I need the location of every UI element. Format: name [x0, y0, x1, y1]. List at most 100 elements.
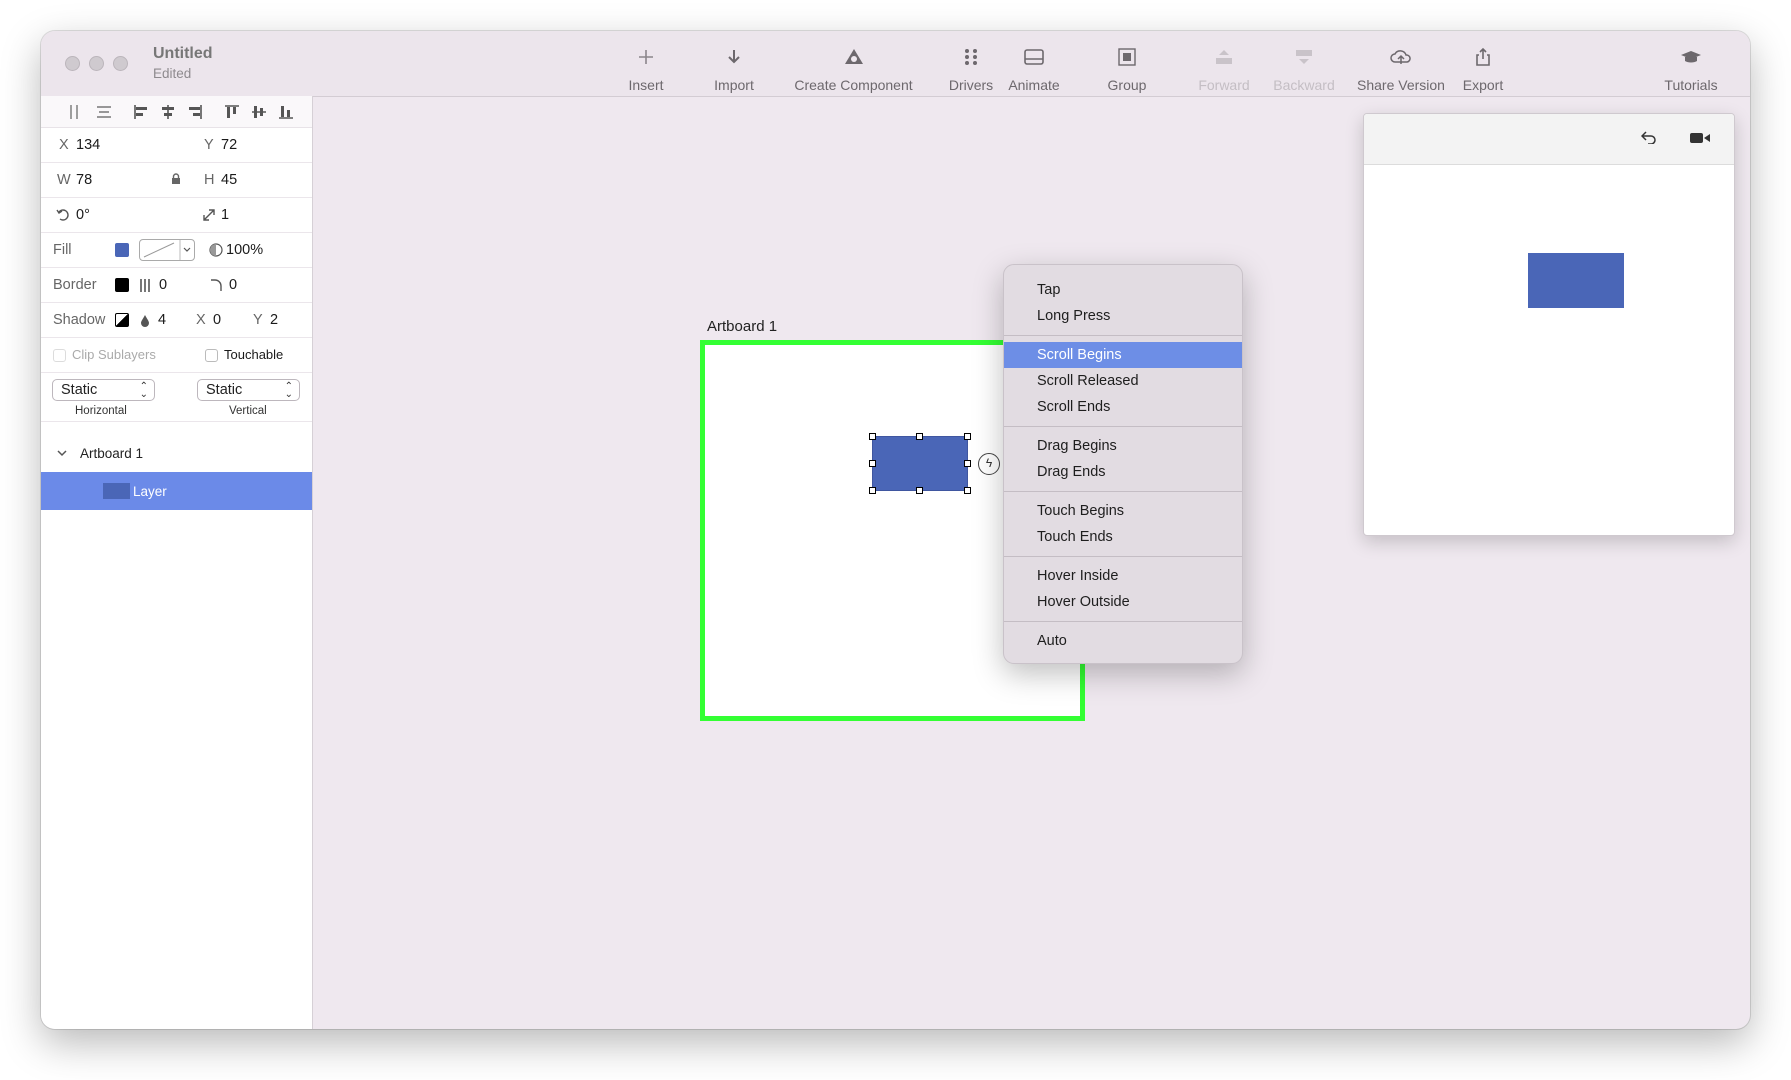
resize-handle[interactable] — [964, 460, 971, 467]
shadow-x-label: X — [196, 312, 206, 328]
drivers-button[interactable]: Drivers — [941, 41, 1001, 93]
tutorials-button[interactable]: Tutorials — [1656, 41, 1726, 93]
menu-separator — [1004, 556, 1242, 557]
resize-handle[interactable] — [869, 433, 876, 440]
backward-button[interactable]: Backward — [1269, 41, 1339, 93]
menu-item-scroll-ends[interactable]: Scroll Ends — [1004, 394, 1242, 420]
record-video-icon[interactable] — [1690, 131, 1710, 149]
width-field[interactable]: 78 — [76, 172, 92, 188]
rotation-field[interactable]: 0° — [76, 207, 90, 223]
height-field[interactable]: 45 — [221, 172, 237, 188]
resize-handle[interactable] — [916, 487, 923, 494]
resize-handle[interactable] — [869, 460, 876, 467]
vertical-label: Vertical — [229, 405, 267, 417]
distribute-horizontal-icon[interactable] — [63, 98, 90, 125]
options-row: Clip Sublayers Touchable — [41, 338, 312, 373]
menu-item-tap[interactable]: Tap — [1004, 277, 1242, 303]
chevron-down-icon[interactable] — [57, 446, 67, 461]
gradient-picker[interactable] — [139, 239, 195, 261]
align-top-icon[interactable] — [218, 98, 245, 125]
export-label: Export — [1462, 77, 1504, 93]
menu-item-hover-inside[interactable]: Hover Inside — [1004, 563, 1242, 589]
constraints-row: Static ⌃ ⌄ Horizontal Static ⌃ ⌄ Vertical — [41, 373, 312, 422]
insert-button[interactable]: Insert — [621, 41, 671, 93]
resize-handle[interactable] — [869, 487, 876, 494]
x-field[interactable]: 134 — [76, 137, 100, 153]
resize-handle[interactable] — [964, 433, 971, 440]
animate-icon — [1004, 41, 1064, 73]
lock-icon[interactable] — [171, 173, 181, 189]
layer-tree-artboard[interactable]: Artboard 1 — [41, 434, 312, 472]
fill-label: Fill — [53, 242, 72, 258]
alignment-toolbar — [41, 96, 312, 128]
animate-label: Animate — [1008, 77, 1060, 93]
group-button[interactable]: Group — [1097, 41, 1157, 93]
menu-item-auto[interactable]: Auto — [1004, 628, 1242, 654]
vertical-constraint-select[interactable]: Static ⌃ ⌄ — [197, 379, 300, 401]
preview-toolbar — [1364, 114, 1734, 165]
interaction-bolt-icon[interactable]: ϟ — [978, 453, 1000, 475]
clip-sublayers-checkbox[interactable] — [53, 349, 66, 362]
scale-icon — [202, 208, 216, 226]
y-label: Y — [204, 137, 214, 153]
share-version-button[interactable]: Share Version — [1351, 41, 1451, 93]
shadow-blur-field[interactable]: 4 — [158, 312, 166, 328]
titlebar: Untitled Edited Insert Import Create Com… — [41, 31, 1750, 97]
arrow-down-icon — [704, 41, 764, 73]
border-width-field[interactable]: 0 — [159, 277, 167, 293]
shadow-x-field[interactable]: 0 — [213, 312, 221, 328]
menu-item-touch-begins[interactable]: Touch Begins — [1004, 498, 1242, 524]
layer-tree-layer[interactable]: Layer — [41, 472, 312, 510]
selected-layer[interactable] — [872, 436, 968, 491]
x-label: X — [59, 137, 69, 153]
align-right-icon[interactable] — [181, 98, 208, 125]
align-center-vertical-icon[interactable] — [245, 98, 272, 125]
close-window-button[interactable] — [65, 56, 80, 71]
size-row: W 78 H 45 — [41, 163, 312, 198]
group-label: Group — [1107, 77, 1147, 93]
preview-layer[interactable] — [1528, 253, 1624, 308]
align-left-icon[interactable] — [127, 98, 154, 125]
import-label: Import — [714, 77, 754, 93]
shadow-label: Shadow — [53, 312, 106, 328]
resize-handle[interactable] — [964, 487, 971, 494]
touchable-checkbox[interactable] — [205, 349, 218, 362]
backward-label: Backward — [1273, 77, 1335, 93]
shadow-y-field[interactable]: 2 — [270, 312, 278, 328]
opacity-field[interactable]: 100% — [226, 242, 263, 258]
corner-radius-field[interactable]: 0 — [229, 277, 237, 293]
shadow-color-swatch[interactable] — [115, 313, 129, 327]
border-color-swatch[interactable] — [115, 278, 129, 292]
distribute-vertical-icon[interactable] — [90, 98, 117, 125]
menu-separator — [1004, 621, 1242, 622]
zoom-window-button[interactable] — [113, 56, 128, 71]
import-button[interactable]: Import — [704, 41, 764, 93]
forward-button[interactable]: Forward — [1194, 41, 1254, 93]
horizontal-constraint-select[interactable]: Static ⌃ ⌄ — [52, 379, 155, 401]
menu-separator — [1004, 335, 1242, 336]
export-button[interactable]: Export — [1453, 41, 1513, 93]
menu-item-scroll-begins[interactable]: Scroll Begins — [1004, 342, 1242, 368]
dots-icon — [941, 41, 1001, 73]
resize-handle[interactable] — [916, 433, 923, 440]
menu-separator — [1004, 426, 1242, 427]
document-status: Edited — [153, 66, 192, 81]
animate-button[interactable]: Animate — [1004, 41, 1064, 93]
menu-item-touch-ends[interactable]: Touch Ends — [1004, 524, 1242, 550]
align-bottom-icon[interactable] — [272, 98, 299, 125]
fill-color-swatch[interactable] — [115, 243, 129, 257]
menu-item-hover-outside[interactable]: Hover Outside — [1004, 589, 1242, 615]
position-row: X 134 Y 72 — [41, 128, 312, 163]
menu-item-drag-ends[interactable]: Drag Ends — [1004, 459, 1242, 485]
y-field[interactable]: 72 — [221, 137, 237, 153]
create-component-button[interactable]: Create Component — [781, 41, 926, 93]
minimize-window-button[interactable] — [89, 56, 104, 71]
menu-item-scroll-released[interactable]: Scroll Released — [1004, 368, 1242, 394]
scale-field[interactable]: 1 — [221, 207, 229, 223]
artboard-title[interactable]: Artboard 1 — [707, 318, 777, 335]
menu-item-long-press[interactable]: Long Press — [1004, 303, 1242, 329]
menu-item-drag-begins[interactable]: Drag Begins — [1004, 433, 1242, 459]
undo-icon[interactable] — [1640, 130, 1657, 149]
touchable-label: Touchable — [224, 347, 284, 362]
align-center-horizontal-icon[interactable] — [154, 98, 181, 125]
